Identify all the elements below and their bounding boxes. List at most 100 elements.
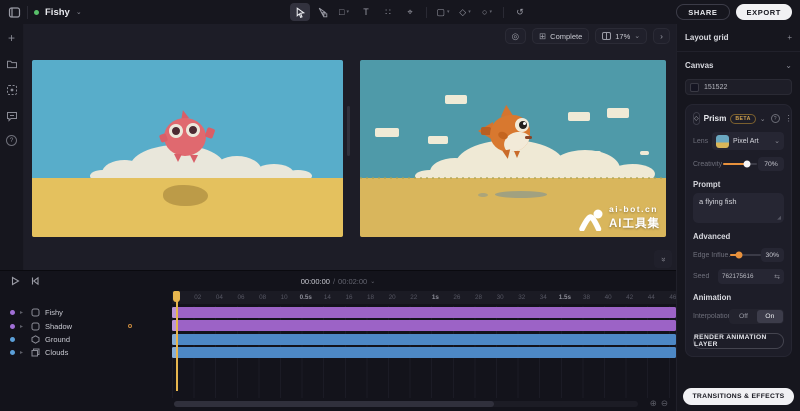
interpolation-on-option[interactable]: On [757,310,783,323]
shuffle-icon[interactable]: ⇆ [774,273,780,281]
timeline-scrollbar[interactable] [174,401,638,407]
frame-tool[interactable]: □▾ [334,3,354,21]
snapshot-button[interactable]: ◎ [505,28,526,44]
watermark-line2: AI工具集 [609,215,660,231]
text-tool[interactable]: T [356,3,376,21]
lens-select[interactable]: Pixel Art ⌄ [712,132,784,150]
chevron-down-icon[interactable]: ⌄ [785,61,792,70]
beta-badge: BETA [730,114,755,124]
color-value: 151522 [704,84,727,91]
zoom-control[interactable]: 17%⌄ [595,28,647,44]
frames-icon[interactable] [5,83,18,96]
layer-modified-indicator [128,324,132,328]
shape-lasso-tool[interactable]: ○▾ [477,3,497,21]
ruler-label: 40 [597,291,619,304]
layer-row-ground[interactable]: Ground [0,333,172,346]
canvas-frame-left[interactable] [32,60,343,237]
add-icon[interactable]: + [5,31,18,44]
ruler-label: 30 [489,291,511,304]
cursor-icon [295,7,306,18]
scrollbar-thumb[interactable] [174,401,494,407]
layout-columns-icon [602,32,611,40]
folder-icon[interactable] [5,57,18,70]
share-button[interactable]: SHARE [676,4,729,20]
color-swatch[interactable] [690,83,699,92]
timeline-ruler[interactable]: 02040608100.5s14161820221s26283032341.5s… [172,291,676,304]
comment-icon[interactable] [5,109,18,122]
canvas-frame-right[interactable]: ai-bot.cn AI工具集 [360,60,666,237]
app-logo-icon[interactable] [8,6,21,19]
divider [27,6,28,19]
zoom-in-icon[interactable]: ⊕ [650,398,657,409]
focus-region-tool[interactable]: ⌖ [400,3,420,21]
add-layout-grid-button[interactable]: + [787,33,792,42]
diamond-shape-icon: ◇ [459,7,466,18]
resize-handle-icon[interactable]: ◢ [777,215,781,221]
creativity-slider[interactable] [723,163,757,165]
grass-line [360,177,666,179]
tool-bar: □▾ T ∷ ⌖ ▢▾ ◇▾ ○▾ ↺ [290,0,530,24]
ruler-label: 42 [619,291,641,304]
divider [503,7,504,18]
chevron-down-icon: ▾ [489,9,492,15]
chevron-right-icon[interactable]: ▸ [20,323,26,330]
track-bar-shadow[interactable] [172,320,676,331]
node-select-tool[interactable] [312,3,332,21]
layer-row-fishy[interactable]: ▸ Fishy [0,306,172,319]
playhead-line[interactable] [176,291,178,391]
layer-row-clouds[interactable]: ▸ Clouds [0,346,172,359]
creativity-label: Creativity [693,161,722,168]
ruler-label: 34 [533,291,555,304]
chevron-right-icon[interactable]: ▸ [20,309,26,316]
track-bar-fishy[interactable] [172,307,676,318]
project-title[interactable]: Fishy [45,7,70,18]
kebab-menu-icon[interactable]: ⋮ [785,114,793,123]
timecode-display[interactable]: 00:00:00 / 00:02:00 ⌄ [301,277,376,286]
node-cursor-icon [317,7,328,18]
ruler-label: 26 [446,291,468,304]
creativity-value[interactable]: 70% [758,157,784,171]
pixel-grid-tool[interactable]: ∷ [378,3,398,21]
layer-label: Shadow [45,322,72,331]
render-animation-layer-button[interactable]: RENDER ANIMATION LAYER [693,333,784,349]
track-bar-ground[interactable] [172,334,676,345]
layer-color-dot [10,350,15,355]
interpolation-off-option[interactable]: Off [730,310,756,323]
play-button[interactable] [10,276,20,286]
canvas-color-input[interactable]: 151522 [685,79,792,95]
interpolation-toggle: Off On [729,309,784,324]
track-area [172,306,676,398]
app-window: Fishy ⌄ □▾ T ∷ ⌖ ▢▾ ◇▾ ○▾ ↺ SHARE EXPORT [0,0,800,411]
chevron-right-icon[interactable]: ▸ [20,349,26,356]
chevron-down-icon[interactable]: ⌄ [760,115,766,123]
watermark-line1: ai-bot.cn [609,204,660,214]
transitions-effects-button[interactable]: TRANSITIONS & EFFECTS [683,388,794,405]
help-icon[interactable]: ? [6,135,17,146]
ruler-label: 16 [338,291,360,304]
track-bar-clouds[interactable] [172,347,676,358]
slider-knob [743,161,750,168]
zoom-out-icon[interactable]: ⊖ [661,398,668,409]
skip-to-start-button[interactable] [30,276,40,286]
canvas-split-handle[interactable] [347,106,350,156]
edge-influence-value[interactable]: 30% [761,248,784,262]
chevron-down-icon[interactable]: ⌄ [76,8,82,16]
panel-toggle-button[interactable]: › [653,28,670,44]
edge-influence-slider[interactable] [730,254,761,256]
chevron-down-icon: ⌄ [774,137,780,145]
double-chevron-down-icon: « [658,257,667,261]
layer-row-shadow[interactable]: ▸ Shadow [0,319,172,332]
help-icon[interactable]: ? [771,114,780,123]
history-tool[interactable]: ↺ [510,3,530,21]
right-panel: Layout grid + Canvas ⌄ 151522 ◇ Prism BE… [676,24,800,411]
select-tool[interactable] [290,3,310,21]
export-button[interactable]: EXPORT [736,4,792,20]
timeline-collapse-button[interactable]: « [654,250,672,268]
seed-input[interactable]: 762175616 ⇆ [718,269,784,284]
ruler-label: 28 [468,291,490,304]
pink-creature [162,112,212,162]
shape-diamond-tool[interactable]: ◇▾ [455,3,475,21]
complete-button[interactable]: ⊞Complete [532,28,589,44]
prompt-input[interactable]: a flying fish ◢ [693,193,784,223]
shape-rect-tool[interactable]: ▢▾ [433,3,453,21]
